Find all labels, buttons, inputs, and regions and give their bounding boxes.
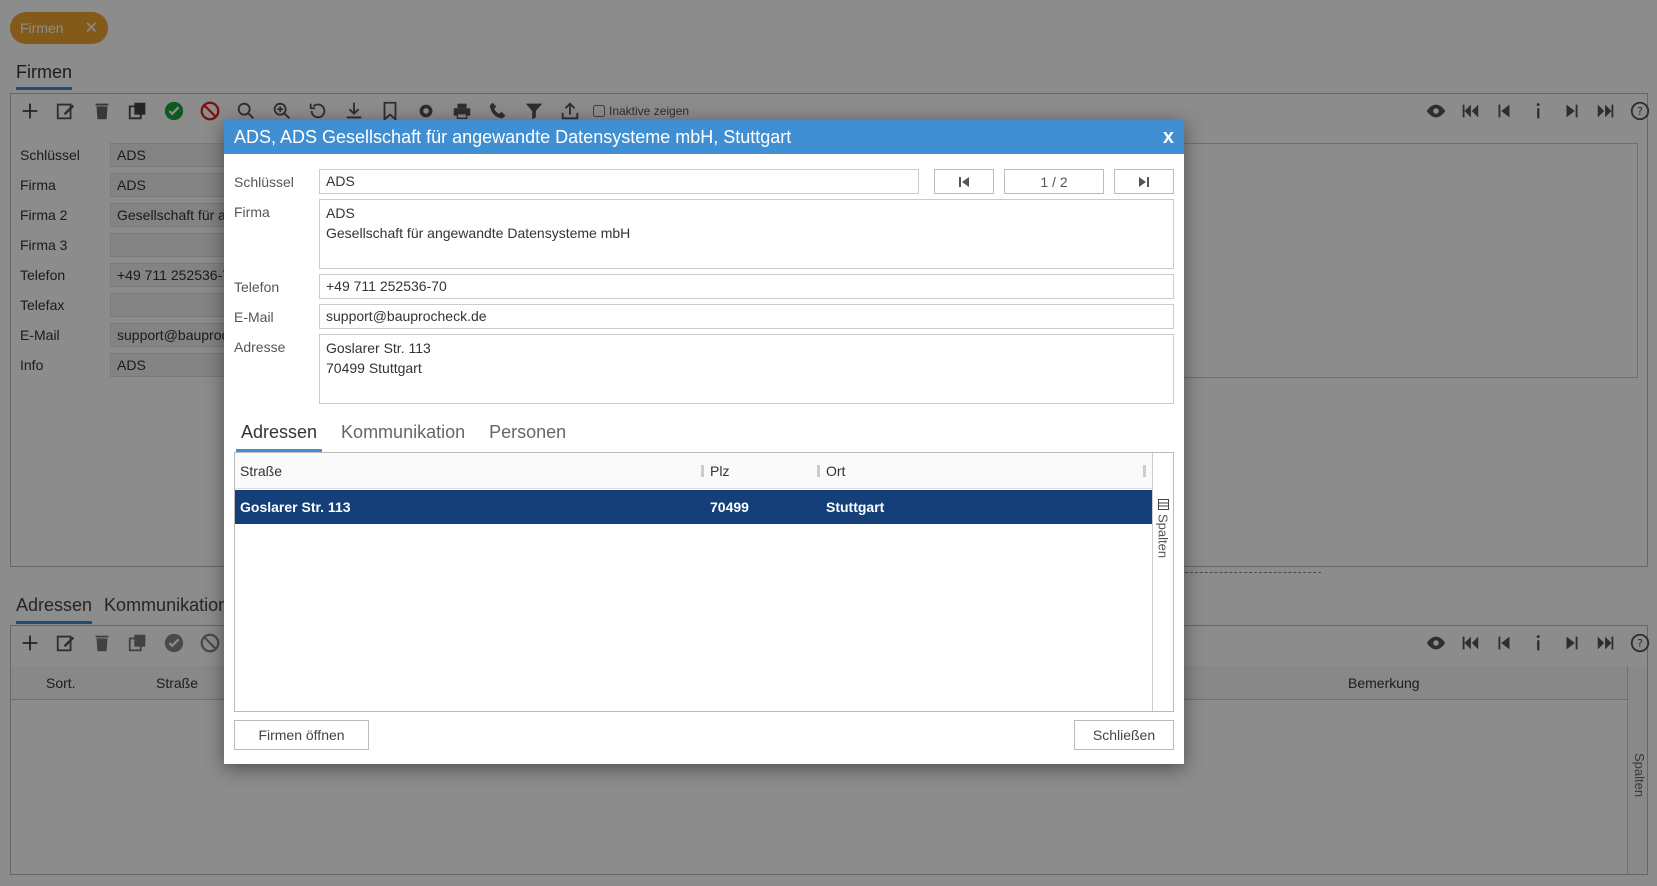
tab-adressen[interactable]: Adressen bbox=[236, 422, 323, 452]
last-record-button[interactable] bbox=[1114, 169, 1174, 194]
tab-personen[interactable]: Personen bbox=[484, 422, 571, 452]
table-row[interactable]: Goslarer Str. 113 70499 Stuttgart bbox=[235, 490, 1152, 524]
record-pager: 1 / 2 bbox=[1004, 169, 1104, 194]
email-field[interactable]: support@bauprocheck.de bbox=[319, 304, 1174, 329]
label-adresse: Adresse bbox=[234, 339, 286, 355]
columns-label: Spalten bbox=[1155, 514, 1171, 559]
cell-plz: 70499 bbox=[710, 499, 749, 515]
last-record-icon bbox=[1139, 176, 1149, 187]
firma-line-1: ADS bbox=[326, 205, 355, 221]
grid-header: Straße Plz Ort bbox=[235, 453, 1152, 489]
column-header-plz[interactable]: Plz bbox=[710, 463, 729, 479]
first-record-icon bbox=[959, 176, 969, 187]
adresse-line-1: Goslarer Str. 113 bbox=[326, 340, 431, 356]
column-resize-handle[interactable] bbox=[817, 465, 820, 477]
dialog-title: ADS, ADS Gesellschaft für angewandte Dat… bbox=[234, 126, 792, 147]
columns-icon bbox=[1157, 499, 1169, 510]
firma-line-2: Gesellschaft für angewandte Datensysteme… bbox=[326, 225, 631, 241]
address-grid: Straße Plz Ort Goslarer Str. 113 70499 S… bbox=[234, 452, 1174, 712]
column-header-strasse[interactable]: Straße bbox=[240, 463, 282, 479]
telefon-field[interactable]: +49 711 252536-70 bbox=[319, 274, 1174, 299]
adresse-line-2: 70499 Stuttgart bbox=[326, 360, 422, 376]
label-email: E-Mail bbox=[234, 309, 274, 325]
columns-panel-toggle[interactable]: Spalten bbox=[1152, 453, 1173, 711]
column-resize-handle[interactable] bbox=[701, 465, 704, 477]
close-button[interactable]: Schließen bbox=[1074, 720, 1174, 750]
close-icon[interactable]: x bbox=[1163, 126, 1174, 149]
label-schluessel: Schlüssel bbox=[234, 174, 294, 190]
first-record-button[interactable] bbox=[934, 169, 994, 194]
dialog-header: ADS, ADS Gesellschaft für angewandte Dat… bbox=[224, 120, 1184, 154]
cell-ort: Stuttgart bbox=[826, 499, 885, 515]
column-resize-handle[interactable] bbox=[1143, 465, 1146, 477]
label-telefon: Telefon bbox=[234, 279, 280, 295]
dialog-tabs: Adressen Kommunikation Personen bbox=[236, 422, 571, 452]
adresse-field[interactable]: Goslarer Str. 113 70499 Stuttgart bbox=[319, 334, 1174, 404]
firma-field[interactable]: ADS Gesellschaft für angewandte Datensys… bbox=[319, 199, 1174, 269]
column-header-ort[interactable]: Ort bbox=[826, 463, 845, 479]
label-firma: Firma bbox=[234, 204, 270, 220]
company-dialog: ADS, ADS Gesellschaft für angewandte Dat… bbox=[224, 120, 1184, 764]
cell-strasse: Goslarer Str. 113 bbox=[240, 499, 351, 515]
schluessel-field[interactable]: ADS bbox=[319, 169, 919, 194]
open-companies-button[interactable]: Firmen öffnen bbox=[234, 720, 369, 750]
tab-kommunikation[interactable]: Kommunikation bbox=[336, 422, 470, 452]
